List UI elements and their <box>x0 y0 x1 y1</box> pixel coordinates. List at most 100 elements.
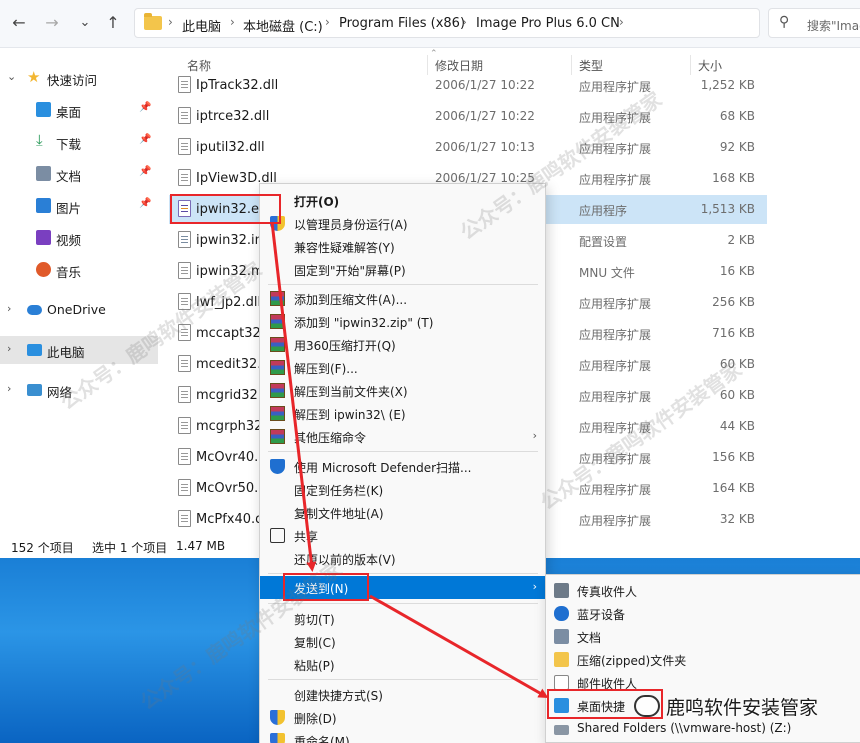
sidebar-item-desktop[interactable]: 桌面 📌 <box>0 96 158 124</box>
breadcrumb-image-pro-plus[interactable]: Image Pro Plus 6.0 CN <box>476 16 620 31</box>
sidebar-item-label: 文档 <box>56 169 82 184</box>
menu-item-label: 剪切(T) <box>294 613 335 627</box>
file-type: 应用程序扩展 <box>579 173 652 187</box>
menu-item-open[interactable]: 打开(O) <box>260 189 547 212</box>
sidebar-item-label: 快速访问 <box>47 73 98 88</box>
picture-icon <box>36 198 51 213</box>
file-row[interactable]: iptrce32.dll 2006/1/27 10:22 应用程序扩展 68 KB <box>169 102 767 131</box>
sidebar-item-network[interactable]: › 网络 <box>0 376 158 404</box>
menu-item-copy-path[interactable]: 复制文件地址(A) <box>260 501 547 524</box>
file-date: 2006/1/27 10:22 <box>435 109 535 123</box>
search-placeholder: 搜索"Imag <box>807 19 860 33</box>
breadcrumb-program-files[interactable]: Program Files (x86) <box>339 16 465 31</box>
submenu-item-label: 文档 <box>577 631 602 645</box>
menu-item-rename[interactable]: 重命名(M) <box>260 729 547 743</box>
chevron-down-icon[interactable]: ⌄ <box>7 70 16 83</box>
sidebar-item-pictures[interactable]: 图片 📌 <box>0 192 158 220</box>
menu-item-create-shortcut[interactable]: 创建快捷方式(S) <box>260 683 547 706</box>
dll-file-icon <box>178 417 191 434</box>
dll-file-icon <box>178 138 191 155</box>
highlight-box-exe <box>170 194 281 224</box>
share-icon <box>270 528 285 543</box>
shield-icon <box>270 710 285 725</box>
dll-file-icon <box>178 324 191 341</box>
sidebar-item-quick-access[interactable]: ⌄ ★ 快速访问 <box>0 64 158 92</box>
menu-item-open-with-360[interactable]: 用360压缩打开(Q) <box>260 333 547 356</box>
menu-item-add-to-archive[interactable]: 添加到压缩文件(A)... <box>260 287 547 310</box>
sidebar-item-this-pc[interactable]: › 此电脑 <box>0 336 158 364</box>
chevron-right-icon: › <box>532 429 537 442</box>
chevron-right-icon[interactable]: › <box>7 342 11 355</box>
rar-icon <box>270 406 285 421</box>
menu-item-label: 删除(D) <box>294 712 337 726</box>
send-to-fax[interactable]: 传真收件人 <box>546 579 860 602</box>
menu-item-paste[interactable]: 粘贴(P) <box>260 653 547 676</box>
sidebar-item-onedrive[interactable]: › OneDrive <box>0 296 158 324</box>
dll-file-icon <box>178 510 191 527</box>
menu-item-pin-to-taskbar[interactable]: 固定到任务栏(K) <box>260 478 547 501</box>
sidebar-item-label: 桌面 <box>56 105 82 120</box>
search-box[interactable]: ⚲ 搜索"Imag <box>768 8 860 38</box>
up-icon[interactable]: ↑ <box>102 12 124 34</box>
computer-icon <box>27 344 42 356</box>
cloud-icon <box>27 305 42 315</box>
dll-file-icon <box>178 386 191 403</box>
file-date: 2006/1/27 10:13 <box>435 140 535 154</box>
file-size: 1,252 KB <box>700 78 755 92</box>
network-icon <box>27 384 42 396</box>
chevron-right-icon[interactable]: › <box>7 302 11 315</box>
back-icon[interactable]: ← <box>8 12 30 34</box>
menu-item-restore-versions[interactable]: 还原以前的版本(V) <box>260 547 547 570</box>
file-row[interactable]: IpTrack32.dll 2006/1/27 10:22 应用程序扩展 1,252 … <box>169 71 767 100</box>
brand-text: 鹿鸣软件安装管家 <box>666 697 819 719</box>
address-bar[interactable]: › 此电脑 › 本地磁盘 (C:) › Program Files (x86) … <box>134 8 760 38</box>
file-row[interactable]: iputil32.dll 2006/1/27 10:13 应用程序扩展 92 KB <box>169 133 767 162</box>
breadcrumb-this-pc[interactable]: 此电脑 <box>182 16 221 35</box>
send-to-zip-folder[interactable]: 压缩(zipped)文件夹 <box>546 648 860 671</box>
selected-size: 1.47 MB <box>176 539 226 553</box>
wechat-icon <box>634 695 660 717</box>
folder-icon <box>144 13 162 30</box>
dll-file-icon <box>178 169 191 186</box>
forward-icon[interactable]: → <box>41 12 63 34</box>
navigation-pane: ⌄ ★ 快速访问 桌面 📌 ⤓ 下载 📌 文档 📌 图片 📌 视频 音乐 › O… <box>0 49 158 531</box>
send-to-documents[interactable]: 文档 <box>546 625 860 648</box>
menu-item-extract-to[interactable]: 解压到(F)... <box>260 356 547 379</box>
rar-icon <box>270 337 285 352</box>
file-type: 应用程序扩展 <box>579 421 652 435</box>
sidebar-item-music[interactable]: 音乐 <box>0 256 158 284</box>
rar-icon <box>270 314 285 329</box>
file-size: 156 KB <box>712 450 755 464</box>
menu-item-defender-scan[interactable]: 使用 Microsoft Defender扫描... <box>260 455 547 478</box>
menu-item-compat-troubleshoot[interactable]: 兼容性疑难解答(Y) <box>260 235 547 258</box>
menu-item-copy[interactable]: 复制(C) <box>260 630 547 653</box>
file-icon <box>178 262 191 279</box>
file-size: 168 KB <box>712 171 755 185</box>
file-size: 716 KB <box>712 326 755 340</box>
submenu-item-label: 传真收件人 <box>577 585 638 599</box>
recent-locations-icon[interactable]: ⌄ <box>74 12 96 34</box>
sidebar-item-label: 此电脑 <box>47 345 85 360</box>
menu-item-delete[interactable]: 删除(D) <box>260 706 547 729</box>
menu-item-cut[interactable]: 剪切(T) <box>260 607 547 630</box>
send-to-bluetooth[interactable]: 蓝牙设备 <box>546 602 860 625</box>
submenu-item-label: 蓝牙设备 <box>577 608 626 622</box>
menu-item-extract-here[interactable]: 解压到当前文件夹(X) <box>260 379 547 402</box>
menu-item-label: 复制文件地址(A) <box>294 507 384 521</box>
file-name: McOvr50.d <box>196 481 267 496</box>
file-size: 1,513 KB <box>700 202 755 216</box>
menu-item-label: 解压到当前文件夹(X) <box>294 385 408 399</box>
menu-item-other-compress[interactable]: 其他压缩命令 › <box>260 425 547 448</box>
chevron-right-icon: › <box>532 580 537 593</box>
menu-item-extract-to-folder[interactable]: 解压到 ipwin32\ (E) <box>260 402 547 425</box>
breadcrumb-local-disk[interactable]: 本地磁盘 (C:) <box>243 16 323 35</box>
sidebar-item-documents[interactable]: 文档 📌 <box>0 160 158 188</box>
menu-item-add-to-zip[interactable]: 添加到 "ipwin32.zip" (T) <box>260 310 547 333</box>
menu-separator <box>268 603 538 604</box>
menu-item-run-as-admin[interactable]: 以管理员身份运行(A) <box>260 212 547 235</box>
chevron-right-icon[interactable]: › <box>7 382 11 395</box>
menu-item-share[interactable]: 共享 <box>260 524 547 547</box>
sidebar-item-downloads[interactable]: ⤓ 下载 📌 <box>0 128 158 156</box>
sidebar-item-videos[interactable]: 视频 <box>0 224 158 252</box>
menu-item-pin-to-start[interactable]: 固定到"开始"屏幕(P) <box>260 258 547 281</box>
